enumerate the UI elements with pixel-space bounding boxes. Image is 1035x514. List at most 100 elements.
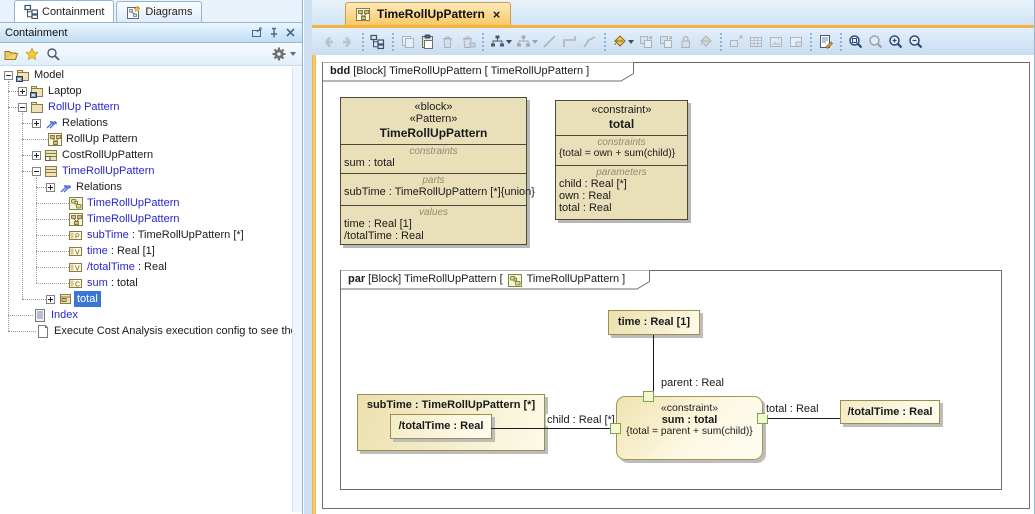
diagram-canvas[interactable]: bdd [Block] TimeRollUpPattern [ TimeRoll… — [312, 55, 1034, 514]
constraint-block-icon — [58, 292, 72, 306]
specification-icon[interactable] — [816, 32, 836, 52]
tree-item-model[interactable]: Model — [0, 67, 292, 83]
constraint-property-sum[interactable]: «constraint» sum : total {total = parent… — [616, 396, 763, 460]
route-icon[interactable] — [514, 32, 534, 52]
block-timerolluppattern[interactable]: «block» «Pattern» TimeRollUpPattern cons… — [340, 97, 527, 245]
close-icon[interactable] — [283, 27, 297, 39]
panel-splitter[interactable] — [304, 0, 312, 514]
tree-item-totaltime[interactable]: V /totalTime : Real — [0, 259, 292, 275]
paste-icon[interactable] — [418, 32, 438, 52]
image-icon[interactable] — [766, 32, 786, 52]
svg-text:V: V — [75, 266, 80, 273]
left-panel-tabbar: Containment Diagrams — [0, 0, 302, 23]
tree-item-rollup-pattern-pkg[interactable]: RollUp Pattern — [0, 99, 292, 115]
tree-item-sum[interactable]: C sum : total — [0, 275, 292, 291]
lock-icon[interactable] — [676, 32, 696, 52]
tree-item-subtime[interactable]: P subTime : TimeRollUpPattern [*] — [0, 227, 292, 243]
tree-item-timerolluppattern-bdd[interactable]: TimeRollUpPattern — [0, 211, 292, 227]
compartment-label: constraints — [556, 136, 687, 148]
draw-oblique-icon[interactable] — [580, 32, 600, 52]
zoom-in-icon[interactable] — [886, 32, 906, 52]
layout-icon[interactable] — [488, 32, 508, 52]
collapse-expander[interactable] — [18, 103, 27, 112]
to-back-icon[interactable] — [656, 32, 676, 52]
pin-icon[interactable] — [266, 27, 280, 39]
part-time[interactable]: time : Real [1] — [608, 310, 700, 335]
float-icon[interactable] — [249, 27, 263, 39]
compartment-label: values — [341, 206, 526, 218]
tree-item-index[interactable]: Index — [0, 307, 292, 323]
settings-caret-icon[interactable] — [290, 52, 296, 56]
value-property-icon: V — [69, 244, 83, 258]
connector-label-child: child : Real [*] — [546, 414, 616, 426]
tree-item-relations-2[interactable]: Relations — [0, 179, 292, 195]
route-caret-icon[interactable] — [532, 40, 538, 44]
delete-from-model-icon[interactable] — [458, 32, 478, 52]
tree-item-timerolluppattern[interactable]: TimeRollUpPattern — [0, 163, 292, 179]
part-subtime[interactable]: subTime : TimeRollUpPattern [*] /totalTi… — [357, 394, 545, 451]
expand-expander[interactable] — [32, 119, 41, 128]
tree-item-rollup-pattern-diagram[interactable]: RollUp Pattern — [0, 131, 292, 147]
bdd-frame-header: bdd [Block] TimeRollUpPattern [ TimeRoll… — [322, 62, 634, 82]
tree-item-execute-note[interactable]: Execute Cost Analysis execution config t… — [0, 323, 292, 339]
parameter-port-parent[interactable] — [643, 391, 654, 402]
zoom-100-icon[interactable] — [866, 32, 886, 52]
collapse-expander[interactable] — [4, 71, 13, 80]
draw-line-icon[interactable] — [540, 32, 560, 52]
zoom-out-icon[interactable] — [906, 32, 926, 52]
tree-item-total-selected[interactable]: total — [0, 291, 292, 307]
par-diagram-icon — [508, 273, 522, 287]
tab-diagrams[interactable]: Diagrams — [116, 1, 202, 22]
draw-rectilinear-icon[interactable] — [560, 32, 580, 52]
copy-icon[interactable] — [398, 32, 418, 52]
containment-tree-icon[interactable] — [368, 32, 388, 52]
forward-icon[interactable] — [338, 32, 358, 52]
expand-expander[interactable] — [32, 151, 41, 160]
favorites-icon[interactable] — [25, 47, 40, 62]
connector-child[interactable] — [491, 428, 616, 429]
compartment-label: parameters — [556, 166, 687, 178]
delete-icon[interactable] — [438, 32, 458, 52]
connector-label-total: total : Real — [765, 403, 820, 415]
connector-total[interactable] — [768, 418, 840, 419]
style-icon[interactable] — [610, 32, 630, 52]
fit-zoom-icon[interactable] — [846, 32, 866, 52]
nested-totaltime[interactable]: /totalTime : Real — [390, 414, 492, 439]
window-icon[interactable] — [786, 32, 806, 52]
tab-timerolluppattern[interactable]: TimeRollUpPattern × — [345, 2, 511, 25]
constraint-block-total[interactable]: «constraint» total constraints {total = … — [555, 100, 688, 220]
value-totaltime[interactable]: /totalTime : Real — [840, 400, 940, 424]
copy-style-icon[interactable] — [696, 32, 716, 52]
constraint-property-icon: C — [69, 276, 83, 290]
block-icon — [44, 148, 58, 162]
tree-scrollbar[interactable] — [292, 67, 302, 512]
tree-item-time[interactable]: V time : Real [1] — [0, 243, 292, 259]
constraint-stereotype: «constraint» — [617, 402, 762, 414]
tree-item-relations[interactable]: Relations — [0, 115, 292, 131]
connector-parent[interactable] — [653, 335, 654, 396]
open-project-icon[interactable] — [4, 47, 19, 62]
collapse-expander[interactable] — [32, 167, 41, 176]
tab-containment[interactable]: Containment — [14, 0, 114, 22]
grid-icon[interactable] — [746, 32, 766, 52]
style-caret-icon[interactable] — [628, 40, 634, 44]
tree-item-costrolluppattern[interactable]: CostRollUpPattern — [0, 147, 292, 163]
expand-expander[interactable] — [18, 87, 27, 96]
parameter-port-child[interactable] — [610, 423, 621, 434]
search-icon[interactable] — [46, 47, 61, 62]
expand-expander[interactable] — [46, 183, 55, 192]
diagram-tab-label: TimeRollUpPattern — [377, 7, 485, 21]
tree-item-laptop[interactable]: Laptop — [0, 83, 292, 99]
expand-expander[interactable] — [46, 295, 55, 304]
parameter-item: total : Real — [556, 202, 687, 214]
back-icon[interactable] — [318, 32, 338, 52]
tree-item-timerolluppattern-par[interactable]: TimeRollUpPattern — [0, 195, 292, 211]
to-front-icon[interactable] — [636, 32, 656, 52]
resize-icon[interactable] — [726, 32, 746, 52]
settings-icon[interactable] — [272, 47, 286, 61]
containment-tree-icon — [24, 4, 38, 19]
layout-caret-icon[interactable] — [506, 40, 512, 44]
svg-text:V: V — [75, 250, 80, 257]
relations-icon — [58, 180, 72, 194]
close-tab-icon[interactable]: × — [493, 7, 501, 22]
